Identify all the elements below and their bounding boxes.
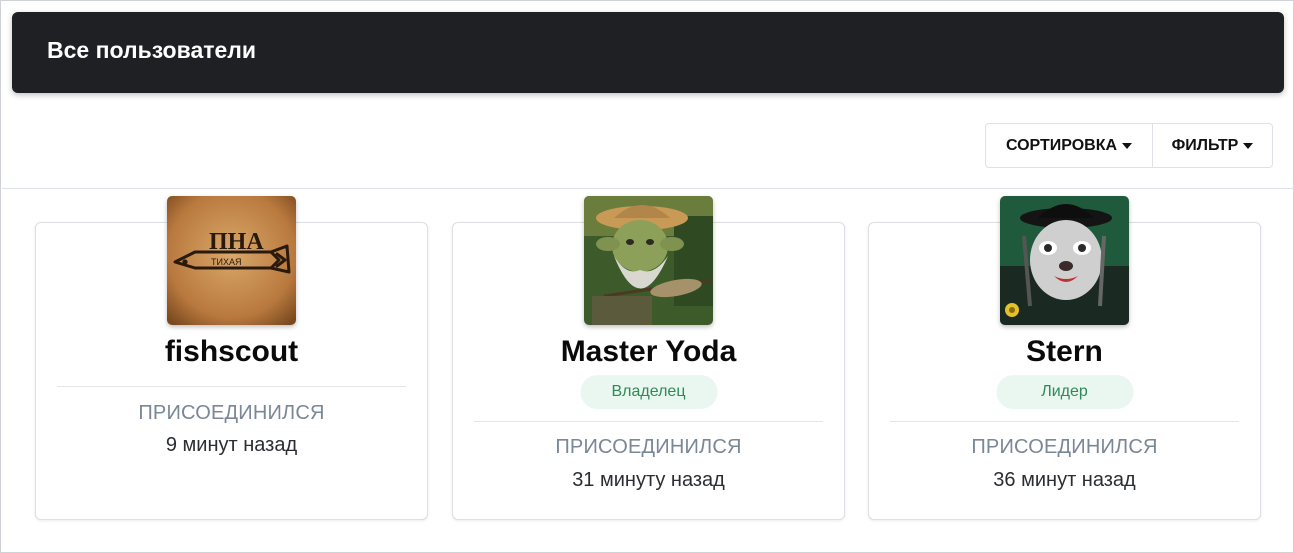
joined-value: 31 минуту назад xyxy=(572,469,725,491)
joined-value: 36 минут назад xyxy=(993,469,1136,491)
sort-dropdown-button[interactable]: СОРТИРОВКА xyxy=(986,124,1153,167)
sort-filter-toolbar: СОРТИРОВКА ФИЛЬТР xyxy=(985,123,1273,168)
joined-label: ПРИСОЕДИНИЛСЯ xyxy=(138,402,325,424)
sort-label: СОРТИРОВКА xyxy=(1005,136,1118,154)
user-name[interactable]: Stern xyxy=(869,335,1260,369)
stern-avatar-image xyxy=(1000,196,1129,325)
caret-down-icon xyxy=(1243,143,1254,149)
avatar[interactable]: ПНА ТИХАЯ xyxy=(167,196,296,325)
role-badge: Владелец xyxy=(580,375,717,409)
joined-label: ПРИСОЕДИНИЛСЯ xyxy=(555,436,742,458)
avatar-logo-text: ПНА xyxy=(209,229,264,255)
page-header: Все пользователи xyxy=(12,12,1284,93)
fishscout-avatar-image: ПНА ТИХАЯ xyxy=(167,196,296,325)
avatar[interactable] xyxy=(1000,196,1129,325)
user-name[interactable]: fishscout xyxy=(36,335,427,369)
caret-down-icon xyxy=(1122,143,1133,149)
toolbar-divider xyxy=(2,188,1294,189)
card-divider xyxy=(57,386,406,387)
joined-value: 9 минут назад xyxy=(165,434,298,456)
page-title: Все пользователи xyxy=(47,37,257,63)
role-badge: Лидер xyxy=(996,375,1133,409)
avatar[interactable] xyxy=(584,196,713,325)
card-divider xyxy=(890,421,1239,422)
joined-label: ПРИСОЕДИНИЛСЯ xyxy=(971,436,1158,458)
page-frame: Все пользователи СОРТИРОВКА ФИЛЬТР fishs… xyxy=(0,0,1294,553)
filter-label: ФИЛЬТР xyxy=(1171,136,1239,154)
filter-dropdown-button[interactable]: ФИЛЬТР xyxy=(1153,124,1272,167)
master-yoda-avatar-image xyxy=(584,196,713,325)
card-divider xyxy=(474,421,823,422)
user-name[interactable]: Master Yoda xyxy=(453,335,844,369)
avatar-logo-subtext: ТИХАЯ xyxy=(211,257,241,267)
